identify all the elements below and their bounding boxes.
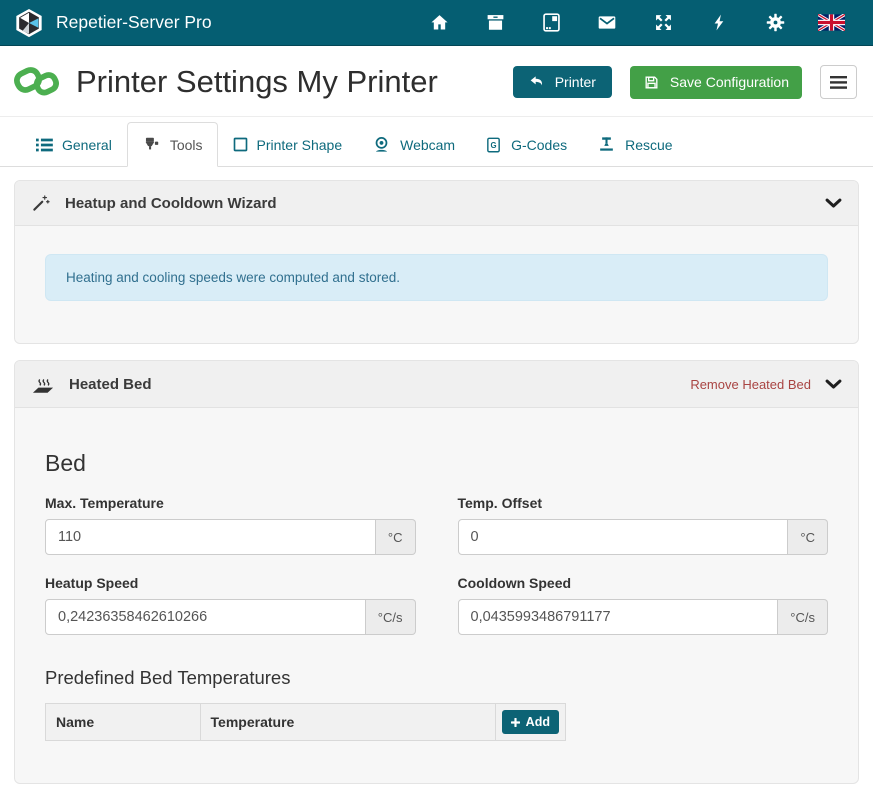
save-icon xyxy=(643,74,660,91)
heated-bed-panel: Heated Bed Remove Heated Bed Bed Max. Te… xyxy=(14,360,859,784)
save-button-label: Save Configuration xyxy=(670,74,789,90)
extruder-icon xyxy=(142,135,161,154)
tab-webcam[interactable]: Webcam xyxy=(357,122,470,167)
list-icon xyxy=(36,138,53,152)
max-temperature-input[interactable] xyxy=(45,519,376,555)
heatup-speed-group: Heatup Speed °C/s xyxy=(45,575,416,635)
settings-button[interactable] xyxy=(747,12,803,33)
uk-flag-icon xyxy=(818,14,845,31)
cooldown-speed-label: Cooldown Speed xyxy=(458,575,829,591)
bed-form: Max. Temperature °C Temp. Offset °C Heat… xyxy=(45,495,828,635)
heated-bed-panel-title: Heated Bed xyxy=(69,376,152,393)
reply-arrow-icon xyxy=(529,74,545,90)
print-queue-button[interactable] xyxy=(523,12,579,33)
printer-button[interactable]: Printer xyxy=(513,66,612,98)
archive-button[interactable] xyxy=(467,12,523,33)
chevron-down-icon xyxy=(825,198,842,209)
gcode-file-icon: G xyxy=(485,136,502,154)
temp-offset-input[interactable] xyxy=(458,519,789,555)
header-buttons: Printer Save Configuration xyxy=(513,65,857,99)
tab-general-label: General xyxy=(62,137,112,153)
heated-bed-collapse-chevron[interactable] xyxy=(825,379,842,390)
column-header-temperature: Temperature xyxy=(200,704,495,741)
cooldown-speed-group: Cooldown Speed °C/s xyxy=(458,575,829,635)
page-title: Printer Settings My Printer xyxy=(76,64,438,100)
printer-button-label: Printer xyxy=(555,74,596,90)
max-temperature-group: Max. Temperature °C xyxy=(45,495,416,555)
rescue-icon xyxy=(597,135,616,154)
predefined-temperatures-title: Predefined Bed Temperatures xyxy=(45,667,828,689)
tab-gcodes[interactable]: G G-Codes xyxy=(470,122,582,167)
tab-rescue-label: Rescue xyxy=(625,137,672,153)
tab-tools[interactable]: Tools xyxy=(127,122,218,167)
heated-bed-icon xyxy=(31,373,55,395)
print-queue-icon xyxy=(541,12,562,33)
wizard-panel-body: Heating and cooling speeds were computed… xyxy=(15,226,858,343)
repetier-logo-icon xyxy=(14,8,44,38)
menu-button[interactable] xyxy=(820,65,857,99)
gear-icon xyxy=(765,12,786,33)
column-header-name: Name xyxy=(46,704,201,741)
temp-offset-group: Temp. Offset °C xyxy=(458,495,829,555)
tab-printer-shape[interactable]: Printer Shape xyxy=(218,122,358,167)
content: Heatup and Cooldown Wizard Heating and c… xyxy=(0,167,873,784)
max-temperature-unit: °C xyxy=(376,519,416,555)
webcam-icon xyxy=(372,135,391,154)
tab-webcam-label: Webcam xyxy=(400,137,455,153)
chevron-down-icon xyxy=(825,379,842,390)
add-button-label: Add xyxy=(526,715,550,729)
heatup-speed-unit: °C/s xyxy=(366,599,416,635)
remove-heated-bed-link[interactable]: Remove Heated Bed xyxy=(690,377,811,392)
predefined-temperatures-table: Name Temperature Add xyxy=(45,703,566,741)
cooldown-speed-unit: °C/s xyxy=(778,599,828,635)
wizard-panel: Heatup and Cooldown Wizard Heating and c… xyxy=(14,180,859,344)
brand[interactable]: Repetier-Server Pro xyxy=(14,8,212,38)
wizard-status-alert: Heating and cooling speeds were computed… xyxy=(45,254,828,301)
home-icon xyxy=(429,12,450,33)
heated-bed-panel-heading[interactable]: Heated Bed Remove Heated Bed xyxy=(15,361,858,408)
wizard-collapse-chevron[interactable] xyxy=(825,198,842,209)
square-outline-icon xyxy=(233,137,248,152)
power-button[interactable] xyxy=(691,12,747,33)
brand-title: Repetier-Server Pro xyxy=(56,12,212,33)
archive-icon xyxy=(485,12,506,33)
hamburger-icon xyxy=(830,76,847,89)
bed-section-title: Bed xyxy=(45,450,828,477)
svg-text:G: G xyxy=(491,140,497,149)
plus-icon xyxy=(511,718,520,727)
tab-printer-shape-label: Printer Shape xyxy=(257,137,343,153)
page-header: Printer Settings My Printer Printer Save… xyxy=(0,46,873,117)
temp-offset-unit: °C xyxy=(788,519,828,555)
add-temperature-button[interactable]: Add xyxy=(502,710,559,734)
bolt-icon xyxy=(710,12,729,33)
heatup-speed-label: Heatup Speed xyxy=(45,575,416,591)
messages-button[interactable] xyxy=(579,12,635,33)
max-temperature-label: Max. Temperature xyxy=(45,495,416,511)
tab-general[interactable]: General xyxy=(21,122,127,167)
language-button[interactable] xyxy=(803,14,859,31)
heated-bed-panel-body: Bed Max. Temperature °C Temp. Offset °C xyxy=(15,450,858,783)
tab-tools-label: Tools xyxy=(170,137,203,153)
wizard-panel-title: Heatup and Cooldown Wizard xyxy=(65,195,277,212)
mail-icon xyxy=(596,12,618,33)
settings-tabs: General Tools Printer Shape Webcam G G-C… xyxy=(0,122,873,167)
expand-button[interactable] xyxy=(635,12,691,33)
heatup-speed-input[interactable] xyxy=(45,599,366,635)
tab-gcodes-label: G-Codes xyxy=(511,137,567,153)
save-configuration-button[interactable]: Save Configuration xyxy=(630,66,802,99)
temp-offset-label: Temp. Offset xyxy=(458,495,829,511)
wizard-panel-heading[interactable]: Heatup and Cooldown Wizard xyxy=(15,181,858,226)
navbar-icons xyxy=(411,12,859,33)
magic-wand-icon xyxy=(31,193,51,213)
cooldown-speed-input[interactable] xyxy=(458,599,779,635)
home-button[interactable] xyxy=(411,12,467,33)
tab-rescue[interactable]: Rescue xyxy=(582,122,687,167)
navbar: Repetier-Server Pro xyxy=(0,0,873,46)
link-chain-icon xyxy=(14,59,60,105)
expand-arrows-icon xyxy=(653,12,674,33)
